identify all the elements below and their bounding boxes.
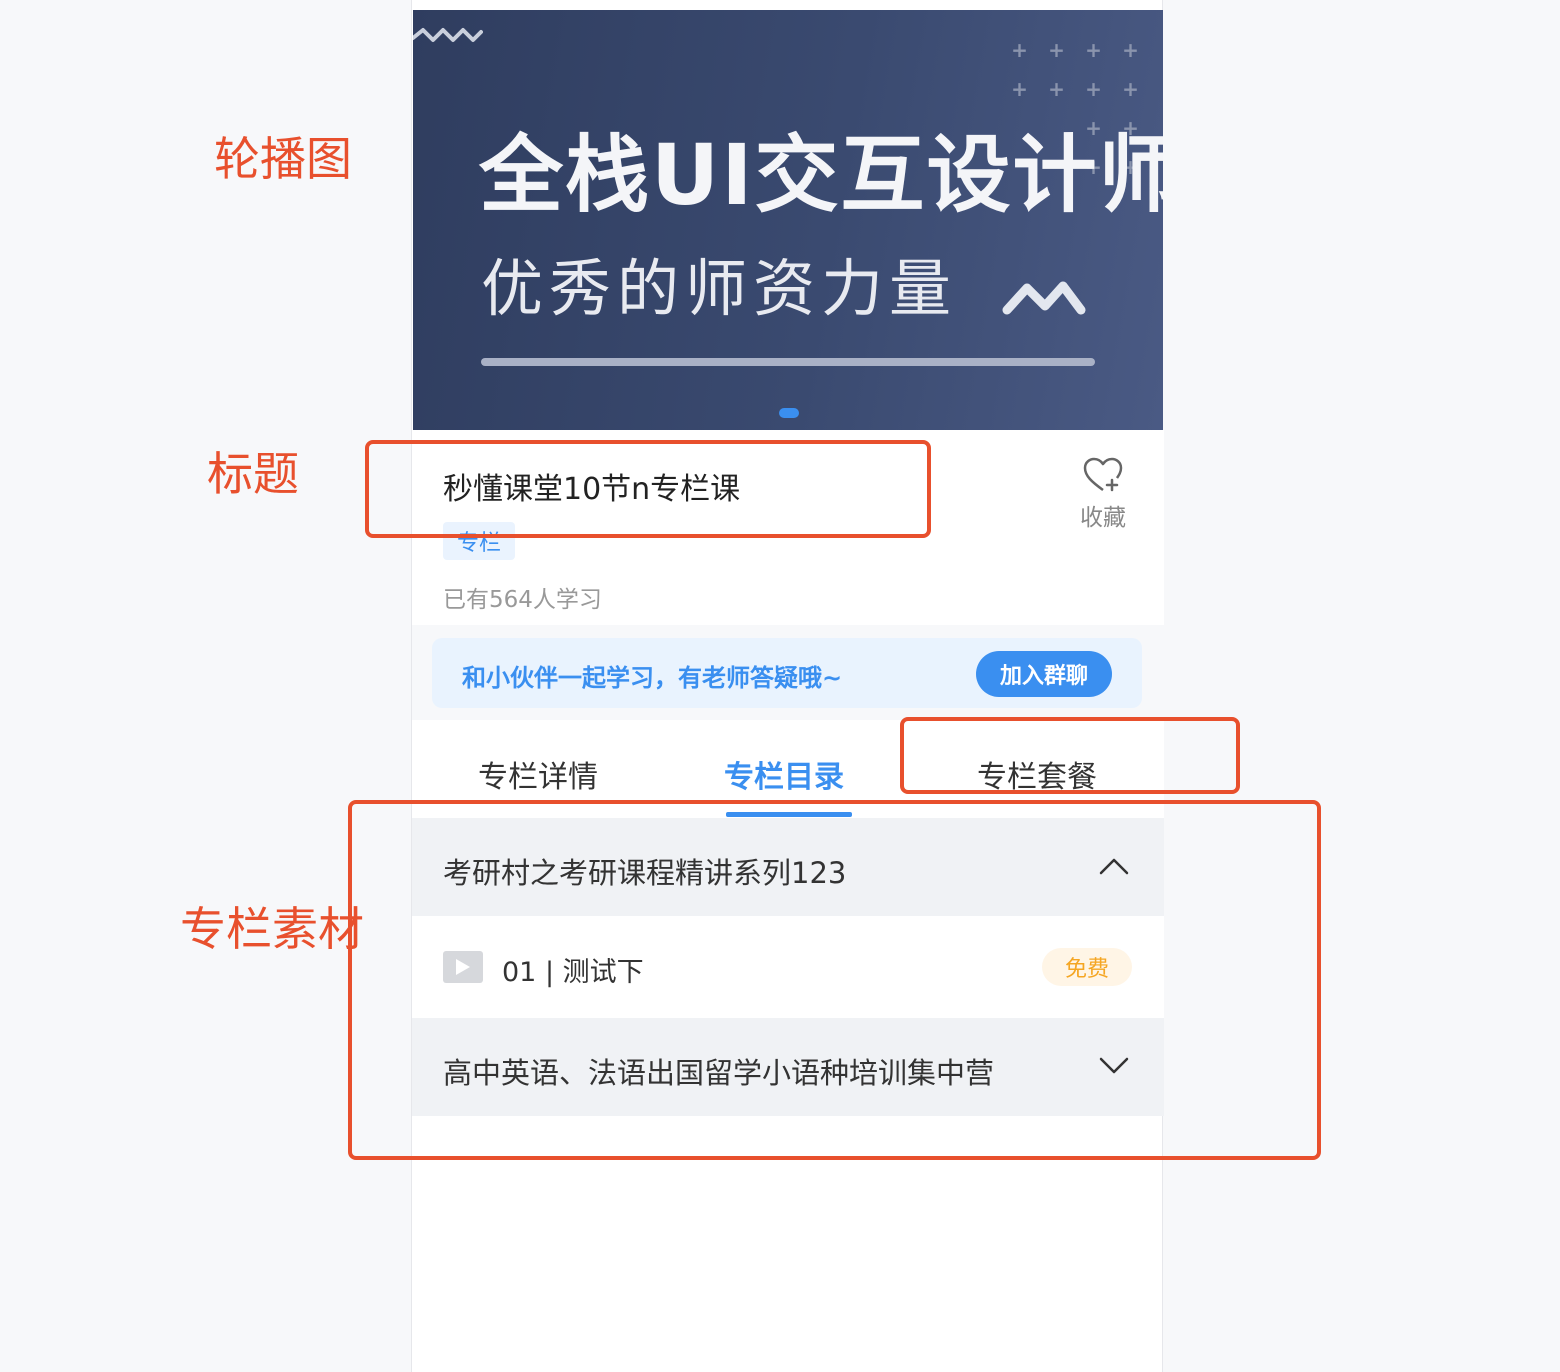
carousel-banner[interactable]: + + + + + + + + + + + + 全栈UI交互设计师 优秀的师资力量 [413, 10, 1163, 430]
tab-catalog[interactable]: 专栏目录 [724, 752, 844, 796]
community-banner: 和小伙伴一起学习，有老师答疑哦~ 加入群聊 [432, 638, 1142, 708]
catalog-section-header[interactable]: 考研村之考研课程精讲系列123 [412, 818, 1164, 916]
chevron-down-icon [1099, 1057, 1129, 1074]
banner-title: 全栈UI交互设计师 [479, 126, 1163, 224]
tab-details[interactable]: 专栏详情 [478, 752, 598, 796]
section-title: 考研村之考研课程精讲系列123 [443, 856, 847, 890]
active-tab-indicator [726, 812, 852, 817]
annotation-carousel-label: 轮播图 [214, 132, 352, 186]
community-text: 和小伙伴一起学习，有老师答疑哦~ [462, 664, 843, 692]
banner-underline [481, 358, 1095, 366]
lesson-row[interactable]: 01 | 测试下 免费 [412, 916, 1164, 1018]
community-section: 和小伙伴一起学习，有老师答疑哦~ 加入群聊 [412, 625, 1164, 720]
mountain-wave-icon [1002, 281, 1086, 315]
collect-button[interactable]: 收藏 [1072, 456, 1134, 532]
catalog-section-header[interactable]: 高中英语、法语出国留学小语种培训集中营 [412, 1018, 1164, 1116]
annotation-materials-label: 专栏素材 [180, 902, 364, 956]
phone-screen: + + + + + + + + + + + + 全栈UI交互设计师 优秀的师资力量 秒懂课堂10… [411, 0, 1164, 1372]
tab-bar: 专栏详情 专栏目录 专栏套餐 [412, 720, 1164, 818]
lesson-title: 01 | 测试下 [502, 957, 644, 988]
video-play-icon [443, 951, 483, 983]
banner-subtitle: 优秀的师资力量 [481, 252, 958, 325]
section-title: 高中英语、法语出国留学小语种培训集中营 [443, 1056, 995, 1090]
carousel-indicator-dot[interactable] [779, 408, 799, 418]
course-info: 秒懂课堂10节n专栏课 专栏 已有564人学习 收藏 [412, 430, 1164, 625]
join-group-button[interactable]: 加入群聊 [976, 651, 1112, 697]
learner-count: 已有564人学习 [443, 587, 602, 613]
course-type-tag: 专栏 [443, 522, 515, 560]
page: 轮播图 标题 专栏素材 + + + + + + + + + + + + 全栈UI交互设计师 优秀… [0, 0, 1560, 1372]
chevron-up-icon [1099, 858, 1129, 875]
collect-label: 收藏 [1080, 505, 1126, 531]
zigzag-decoration-icon [413, 28, 483, 42]
tab-package[interactable]: 专栏套餐 [977, 752, 1097, 796]
heart-plus-icon [1083, 457, 1123, 492]
course-title: 秒懂课堂10节n专栏课 [443, 472, 741, 507]
free-badge: 免费 [1042, 948, 1132, 986]
annotation-title-label: 标题 [207, 447, 299, 501]
